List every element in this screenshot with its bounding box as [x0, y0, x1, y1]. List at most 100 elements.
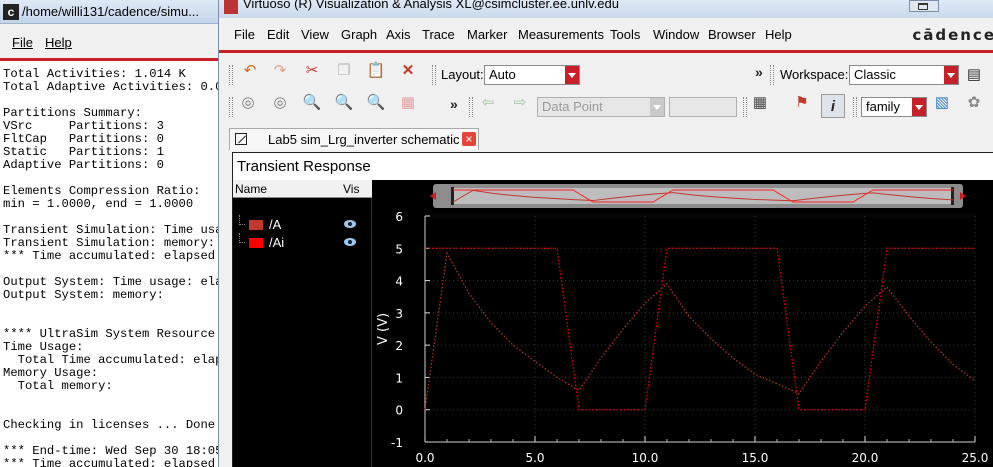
tree-connector: [239, 233, 245, 243]
toolbar-grip[interactable]: [853, 97, 857, 117]
toolbar-grip[interactable]: [469, 97, 473, 117]
x-tick-label: 20.0: [852, 451, 879, 465]
flag-icon[interactable]: ⚑: [791, 91, 813, 113]
toolbar-grip[interactable]: [770, 65, 774, 85]
trace-legend: Name Vis /A /Ai: [233, 180, 372, 467]
marker-mode-value: Data Point: [542, 99, 603, 114]
family-select[interactable]: family: [861, 97, 927, 117]
menu-graph[interactable]: Graph: [341, 27, 377, 42]
info-icon[interactable]: i: [821, 94, 845, 118]
menu-window[interactable]: Window: [653, 27, 699, 42]
marker-mode-select[interactable]: Data Point: [537, 97, 665, 117]
menu-help[interactable]: Help: [765, 27, 792, 42]
window-titlebar[interactable]: Virtuoso (R) Visualization & Analysis XL…: [219, 0, 993, 18]
toolbar-overflow[interactable]: »: [755, 64, 763, 80]
zoom-in-icon[interactable]: 🔍: [333, 91, 355, 113]
y-tick-label: 2: [395, 339, 403, 353]
plot-panel-title: Transient Response: [237, 158, 371, 175]
cut-icon[interactable]: ✂: [301, 59, 323, 81]
window-title: Virtuoso (R) Visualization & Analysis XL…: [243, 0, 619, 11]
menu-edit[interactable]: Edit: [267, 27, 289, 42]
schematic-icon: [235, 133, 247, 145]
copy-icon[interactable]: ❐: [333, 59, 355, 81]
tree-connector: [239, 215, 245, 225]
workspace-select-value: Classic: [854, 67, 896, 82]
terminal-titlebar[interactable]: c /home/willi131/cadence/simu...: [0, 0, 222, 24]
menu-browser[interactable]: Browser: [708, 27, 756, 42]
marker-prev-icon[interactable]: ⇦: [477, 91, 499, 113]
terminal-divider: [0, 58, 222, 61]
menu-measurements[interactable]: Measurements: [518, 27, 604, 42]
toolbar-grip[interactable]: [743, 97, 747, 117]
x-tick-label: 25.0: [962, 451, 989, 465]
y-tick-label: 4: [395, 275, 403, 289]
menu-trace[interactable]: Trace: [422, 27, 455, 42]
zoom-icon[interactable]: 🔍: [301, 91, 323, 113]
trace-a[interactable]: [424, 251, 976, 410]
menu-axis[interactable]: Axis: [386, 27, 411, 42]
maximize-icon: [918, 3, 928, 10]
menu-tools[interactable]: Tools: [610, 27, 640, 42]
terminal-line: *** Time accumulated: elapsed:: [3, 249, 223, 263]
virtuoso-window: Virtuoso (R) Visualization & Analysis XL…: [218, 0, 993, 467]
paste-icon[interactable]: 📋: [365, 59, 387, 81]
trace-name: /Ai: [269, 235, 285, 250]
toolbar-overflow[interactable]: »: [450, 96, 458, 112]
transient-chart[interactable]: 0.05.010.015.020.025.0-10123456time (ns)…: [373, 180, 993, 467]
zoom-out-icon[interactable]: 🔍: [365, 91, 387, 113]
y-axis-label: V (V): [376, 313, 391, 345]
legend-header: Name Vis: [233, 180, 372, 198]
trace-ai[interactable]: [425, 247, 975, 411]
legend-row-ai[interactable]: /Ai: [239, 233, 364, 251]
marker-next-icon[interactable]: ⇨: [509, 91, 531, 113]
measure-icon[interactable]: ▦: [397, 91, 419, 113]
y-tick-label: 6: [395, 210, 403, 224]
terminal-line: Total memory:: [3, 379, 113, 393]
trace-color-swatch: [249, 238, 263, 248]
tab-schematic[interactable]: Lab5 sim_Lrg_inverter schematic ×: [229, 128, 479, 150]
y-tick-label: 0: [395, 404, 403, 418]
undo-icon[interactable]: ↶: [239, 59, 261, 81]
layout-label: Layout:: [441, 67, 484, 82]
y-tick-label: 1: [395, 371, 403, 385]
calculator-icon[interactable]: ▦: [749, 91, 771, 113]
toolbar-grip[interactable]: [432, 65, 436, 85]
terminal-line: *** Time accumulated: elapsed:: [3, 457, 223, 467]
toolbar-grip[interactable]: [229, 97, 233, 117]
color-palette-icon[interactable]: ✿: [963, 91, 985, 113]
family-select-value: family: [866, 99, 900, 114]
close-icon[interactable]: ×: [462, 132, 476, 146]
chevron-down-icon: [565, 66, 579, 84]
terminal-line: min = 1.0000, end = 1.0000: [3, 197, 194, 211]
layout-select[interactable]: Auto: [484, 65, 580, 85]
terminal-line: Checking in licenses ... Done.: [3, 418, 223, 432]
workspace-select[interactable]: Classic: [849, 65, 959, 85]
delete-icon[interactable]: ✕: [397, 59, 419, 81]
plot-panel: Transient Response Name Vis /A /Ai 0.0 5…: [232, 152, 993, 467]
visibility-eye-icon[interactable]: [344, 220, 356, 228]
maximize-button[interactable]: [909, 0, 939, 12]
terminal-menubar: File Help: [0, 24, 222, 58]
menu-view[interactable]: View: [301, 27, 329, 42]
fit-icon[interactable]: ◎: [237, 91, 259, 113]
trace-style-icon[interactable]: ▧: [931, 91, 953, 113]
workspace-save-icon[interactable]: ▤: [963, 63, 985, 85]
menu-marker[interactable]: Marker: [467, 27, 507, 42]
redo-icon[interactable]: ↷: [269, 59, 291, 81]
chevron-down-icon: [912, 98, 926, 116]
chevron-down-icon: [650, 98, 664, 116]
legend-row-a[interactable]: /A: [239, 215, 364, 233]
visibility-eye-icon[interactable]: [344, 238, 356, 246]
terminal-title: /home/willi131/cadence/simu...: [22, 4, 200, 19]
menu-file[interactable]: File: [234, 27, 255, 42]
terminal-menu-file[interactable]: File: [12, 35, 33, 50]
y-tick-label: 5: [395, 242, 403, 256]
cadence-logo: cādence: [912, 26, 993, 44]
terminal-menu-help[interactable]: Help: [45, 35, 72, 50]
terminal-line: Adaptive Partitions: 0: [3, 158, 164, 172]
toolbar-grip[interactable]: [229, 65, 233, 85]
marker-value-input[interactable]: [669, 97, 737, 117]
pan-icon[interactable]: ◎: [269, 91, 291, 113]
